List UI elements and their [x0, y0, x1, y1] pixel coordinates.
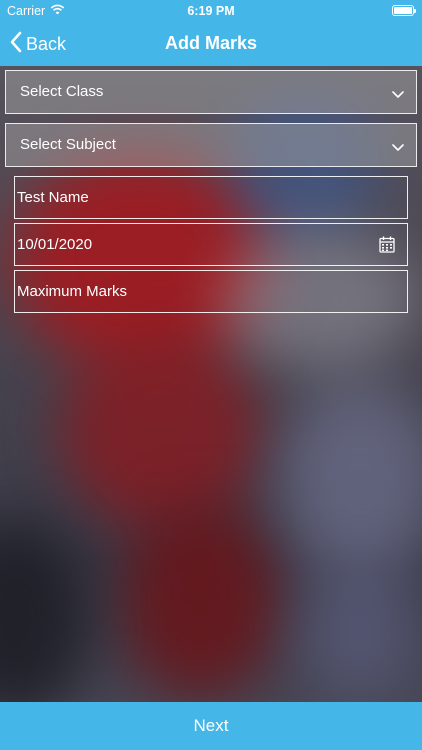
calendar-icon[interactable]: [379, 236, 395, 258]
maximum-marks-placeholder: Maximum Marks: [17, 283, 128, 300]
next-label: Next: [193, 716, 229, 735]
class-select-label: Select Class: [20, 83, 104, 100]
subject-select[interactable]: Select Subject: [5, 123, 417, 167]
page-title: Add Marks: [164, 33, 258, 53]
date-value: 10/01/2020: [17, 236, 93, 253]
subject-select-label: Select Subject: [20, 136, 116, 153]
maximum-marks-field[interactable]: Maximum Marks: [14, 270, 408, 313]
status-time: 6:19 PM: [187, 4, 235, 18]
date-field[interactable]: 10/01/2020: [14, 223, 408, 266]
navigation-bar: Back Add Marks: [0, 22, 422, 66]
status-bar: Carrier 6:19 PM: [0, 0, 422, 22]
next-button[interactable]: Next: [0, 702, 422, 750]
battery-icon: [392, 5, 416, 16]
chevron-down-icon: [392, 86, 404, 104]
class-select[interactable]: Select Class: [5, 70, 417, 114]
test-name-field[interactable]: Test Name: [14, 176, 408, 219]
chevron-down-icon: [392, 139, 404, 157]
test-name-placeholder: Test Name: [17, 189, 89, 206]
